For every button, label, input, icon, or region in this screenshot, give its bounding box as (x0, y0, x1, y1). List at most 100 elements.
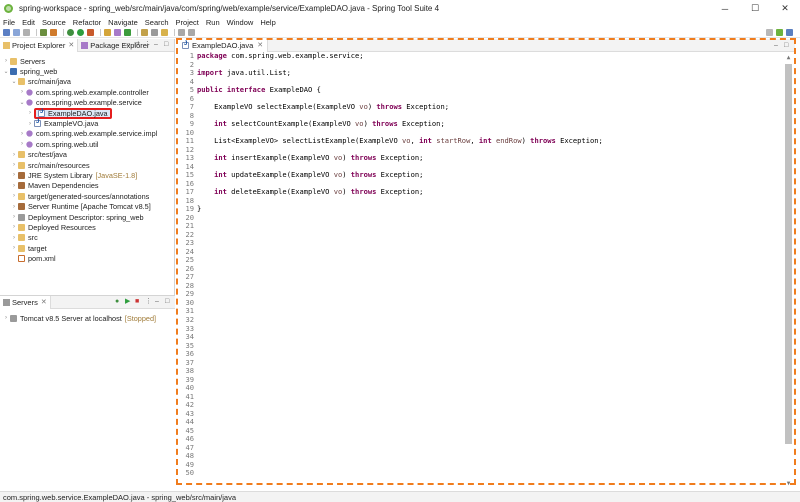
expand-arrow-icon[interactable]: › (10, 224, 18, 230)
expand-arrow-icon[interactable]: › (10, 172, 18, 178)
expand-arrow-icon[interactable]: › (18, 141, 26, 147)
view-menu-icon[interactable]: ⋮ (144, 41, 151, 48)
tree-item-pkg-controller[interactable]: › com.spring.web.example.controller (0, 87, 174, 97)
minimize-button[interactable]: ─ (710, 0, 740, 17)
save-icon[interactable] (13, 29, 20, 36)
expand-arrow-icon[interactable]: › (10, 183, 18, 189)
annotation-icon[interactable] (161, 29, 168, 36)
maximize-view-icon[interactable]: □ (165, 298, 172, 305)
close-icon[interactable]: ✕ (68, 41, 74, 49)
tree-item-pom[interactable]: pom.xml (0, 253, 174, 263)
back-arrow-icon[interactable] (178, 29, 185, 36)
code-area[interactable]: 1 2 3 4 5 6 7 8 9 10 11 12 13 14 15 16 17 18 19 20 21 22 23 24 2… (178, 51, 795, 489)
minimize-view-icon[interactable]: – (155, 298, 162, 305)
expand-arrow-icon[interactable]: › (10, 193, 18, 199)
close-button[interactable]: ✕ (770, 0, 800, 17)
menu-search[interactable]: Search (145, 18, 169, 27)
tree-item-example-vo[interactable]: › ExampleVO.java (0, 118, 174, 128)
tree-item-src[interactable]: › src (0, 233, 174, 243)
collapse-arrow-icon[interactable]: ⌄ (2, 68, 10, 75)
tree-item-deployment-descriptor[interactable]: › Deployment Descriptor: spring_web (0, 212, 174, 222)
expand-arrow-icon[interactable]: › (2, 315, 10, 321)
code-line[interactable]: List<ExampleVO> selectListExample(Exampl… (197, 136, 772, 146)
tree-item-src-test-java[interactable]: › src/test/java (0, 150, 174, 160)
start-server-icon[interactable]: ▶ (125, 298, 132, 305)
forward-arrow-icon[interactable] (188, 29, 195, 36)
expand-arrow-icon[interactable]: › (26, 121, 34, 127)
code-line[interactable]: import java.util.List; (197, 68, 772, 78)
selected-file-highlight[interactable]: ExampleDAO.java (34, 107, 112, 119)
close-icon[interactable]: ✕ (257, 41, 263, 49)
tree-item-servers[interactable]: › Servers (0, 56, 174, 66)
maximize-editor-icon[interactable]: □ (784, 42, 791, 49)
expand-arrow-icon[interactable]: › (10, 204, 18, 210)
menu-window[interactable]: Window (227, 18, 254, 27)
spring-perspective-icon[interactable] (776, 29, 783, 36)
code-line[interactable]: int deleteExample(ExampleVO vo) throws E… (197, 187, 772, 197)
menu-navigate[interactable]: Navigate (108, 18, 138, 27)
tree-item-server-runtime[interactable]: › Server Runtime [Apache Tomcat v8.5] (0, 201, 174, 211)
code-line[interactable]: } (197, 205, 772, 214)
open-perspective-icon[interactable] (766, 29, 773, 36)
collapse-arrow-icon[interactable]: ⌄ (18, 99, 26, 106)
code-line[interactable]: int updateExample(ExampleVO vo) throws E… (197, 170, 772, 180)
tree-item-spring-web[interactable]: ⌄ spring_web (0, 66, 174, 76)
menu-file[interactable]: File (3, 18, 15, 27)
new-java-project-icon[interactable] (104, 29, 111, 36)
code-line[interactable]: package com.spring.web.example.service; (197, 51, 772, 61)
tree-item-pkg-util[interactable]: › com.spring.web.util (0, 139, 174, 149)
code-lines[interactable]: package com.spring.web.example.service; i… (197, 51, 772, 214)
maximize-view-icon[interactable]: □ (164, 41, 171, 48)
scroll-down-icon[interactable]: ▼ (785, 480, 792, 487)
menu-run[interactable]: Run (206, 18, 220, 27)
expand-arrow-icon[interactable]: › (26, 110, 34, 116)
debug-icon[interactable] (67, 29, 74, 36)
tree-item-src-main-resources[interactable]: › src/main/resources (0, 160, 174, 170)
menu-help[interactable]: Help (260, 18, 275, 27)
menu-refactor[interactable]: Refactor (73, 18, 101, 27)
tree-item-maven[interactable]: › Maven Dependencies (0, 181, 174, 191)
menu-edit[interactable]: Edit (22, 18, 35, 27)
debug-server-icon[interactable]: ● (115, 298, 122, 305)
tree-item-jre[interactable]: › JRE System Library [JavaSE-1.8] (0, 170, 174, 180)
minimize-editor-icon[interactable]: – (774, 42, 781, 49)
expand-arrow-icon[interactable]: › (10, 235, 18, 241)
menu-source[interactable]: Source (42, 18, 66, 27)
code-line[interactable]: int insertExample(ExampleVO vo) throws E… (197, 153, 772, 163)
terminal-icon[interactable] (50, 29, 57, 36)
expand-arrow-icon[interactable]: › (18, 89, 26, 95)
code-line[interactable]: int selectCountExample(ExampleVO vo) thr… (197, 119, 772, 129)
stop-server-icon[interactable]: ■ (135, 298, 142, 305)
tab-project-explorer[interactable]: Project Explorer ✕ (0, 38, 79, 52)
open-type-icon[interactable] (141, 29, 148, 36)
run-icon[interactable] (77, 29, 84, 36)
search-icon[interactable] (151, 29, 158, 36)
java-perspective-icon[interactable] (786, 29, 793, 36)
save-all-icon[interactable] (23, 29, 30, 36)
expand-arrow-icon[interactable]: › (10, 214, 18, 220)
tree-item-target-generated[interactable]: › target/generated-sources/annotations (0, 191, 174, 201)
close-icon[interactable]: ✕ (41, 298, 47, 306)
tree-item-example-dao[interactable]: › ExampleDAO.java (0, 107, 174, 119)
expand-arrow-icon[interactable]: › (10, 152, 18, 158)
expand-arrow-icon[interactable]: › (10, 162, 18, 168)
tab-example-dao[interactable]: ExampleDAO.java ✕ (178, 38, 269, 52)
server-item-tomcat[interactable]: › Tomcat v8.5 Server at localhost [Stopp… (0, 313, 175, 323)
minimize-view-icon[interactable]: – (154, 41, 161, 48)
link-with-editor-icon[interactable]: ⇄ (134, 41, 141, 48)
menu-project[interactable]: Project (176, 18, 199, 27)
tree-item-deployed-resources[interactable]: › Deployed Resources (0, 222, 174, 232)
code-line[interactable] (197, 197, 772, 206)
maximize-button[interactable]: ☐ (740, 0, 770, 17)
collapse-all-icon[interactable]: ▭ (124, 41, 131, 48)
scrollbar-thumb[interactable] (785, 64, 792, 444)
tree-item-target[interactable]: › target (0, 243, 174, 253)
tree-item-pkg-service[interactable]: ⌄ com.spring.web.example.service (0, 98, 174, 108)
tree-item-src-main-java[interactable]: ⌄ src/main/java (0, 77, 174, 87)
new-class-icon[interactable] (124, 29, 131, 36)
tree-item-pkg-service-impl[interactable]: › com.spring.web.example.service.impl (0, 129, 174, 139)
expand-arrow-icon[interactable]: › (10, 245, 18, 251)
vertical-scrollbar[interactable]: ▲ ▼ (783, 54, 793, 487)
expand-arrow-icon[interactable]: › (18, 131, 26, 137)
boot-dashboard-icon[interactable] (40, 29, 47, 36)
